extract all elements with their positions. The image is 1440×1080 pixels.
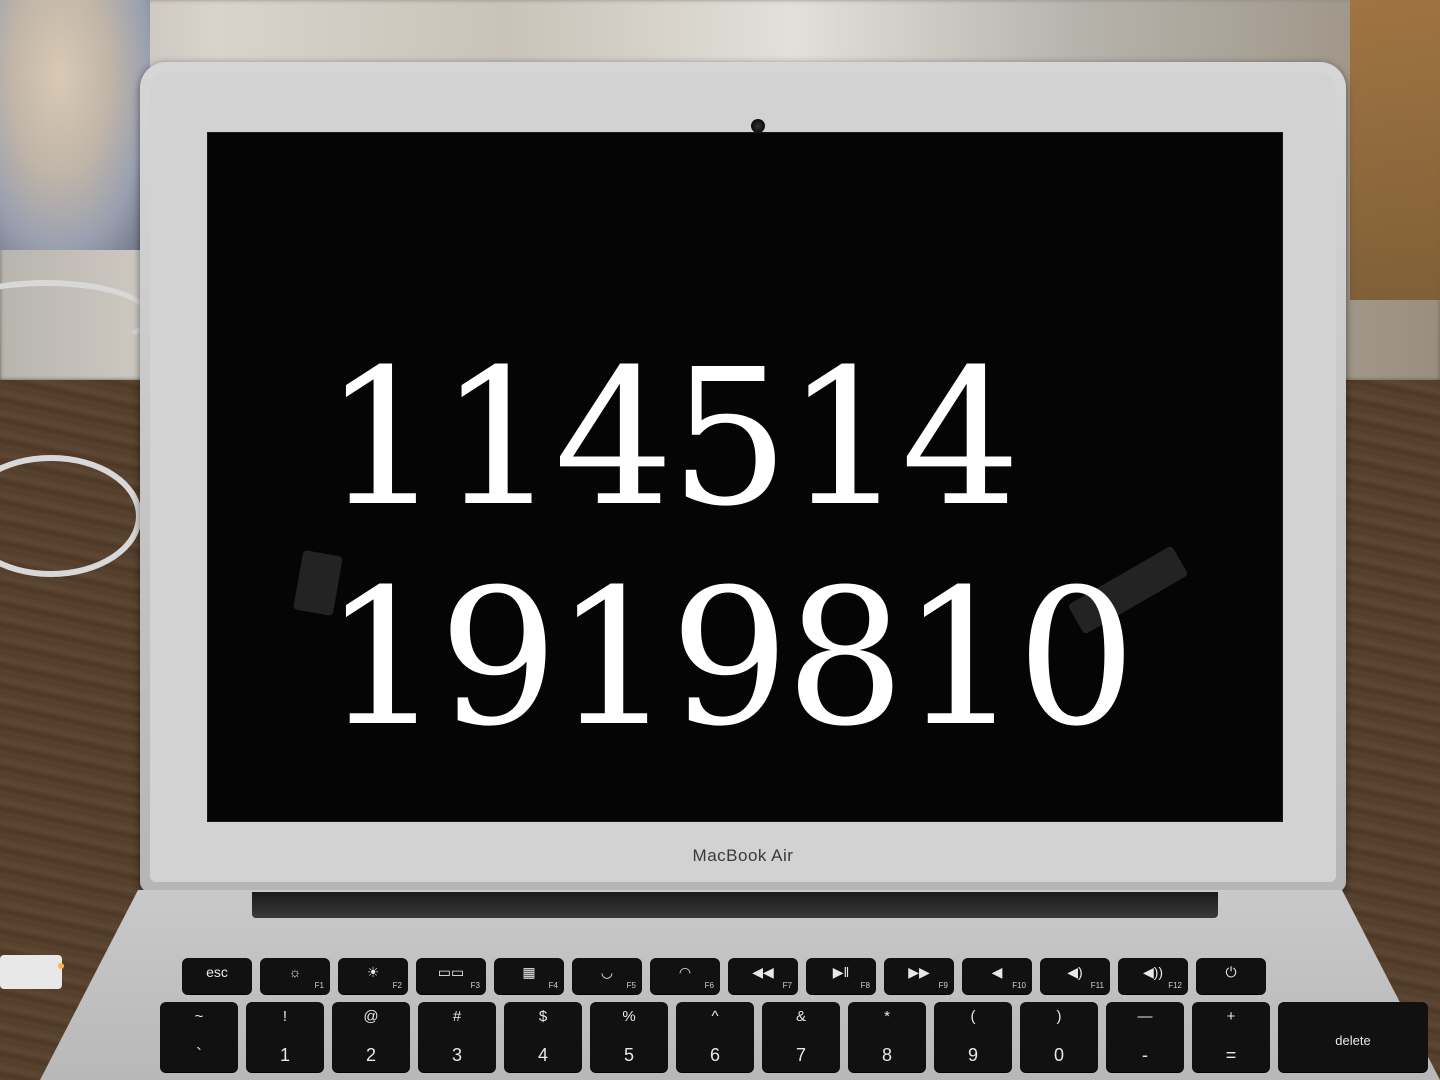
function-key[interactable]: ◀◀ F7 [728,958,798,994]
key-symbol: & [795,1008,806,1025]
key-symbol: ( [970,1008,976,1025]
magsafe-charger [0,955,62,989]
number-key[interactable]: ) 0 [1020,1002,1098,1072]
key-symbol: ^ [711,1008,719,1025]
key-symbol: @ [363,1008,379,1025]
camera-icon [751,119,765,133]
key-sublabel: F9 [938,981,948,990]
key-symbol: * [884,1008,890,1025]
function-key[interactable]: ◡ F5 [572,958,642,994]
key-symbol: ~ [194,1008,204,1025]
key-symbol: % [622,1008,636,1025]
key-digit: 4 [537,1045,548,1065]
key-digit: 1 [279,1045,290,1065]
key-glyph: ◀ [991,964,1003,980]
laptop-lid: 114514 1919810 MacBook Air [140,62,1346,892]
brand-label: MacBook Air [692,846,794,865]
key-glyph: ▶▶ [908,964,930,980]
key-digit: 7 [795,1045,806,1065]
function-key[interactable]: esc [182,958,252,994]
number-key[interactable]: $4 [504,1002,582,1072]
key-digit: delete [1335,1033,1371,1048]
key-glyph: ◠ [678,964,692,980]
function-key[interactable]: ◀) F11 [1040,958,1110,994]
key-symbol: + [1226,1008,1236,1025]
hinge [252,892,1218,918]
key-glyph: ▭▭ [437,964,465,980]
key-digit: ` [196,1045,202,1065]
key-sublabel: F2 [392,981,402,990]
number-key[interactable]: % 5 [590,1002,668,1072]
function-key[interactable]: ◠ F6 [650,958,720,994]
number-key[interactable]: #3 [418,1002,496,1072]
charger-led-icon [58,963,64,969]
key-digit: 3 [451,1045,462,1065]
number-key[interactable]: ~ ` [160,1002,238,1072]
number-key[interactable]: ! 1 [246,1002,324,1072]
key-symbol: $ [538,1008,548,1025]
key-digit: 6 [709,1045,720,1065]
key-sublabel: F7 [782,981,792,990]
key-sublabel: F10 [1012,981,1026,990]
key-digit: 9 [967,1045,978,1065]
laptop-screen: 114514 1919810 [207,132,1283,822]
key-symbol: — [1137,1008,1153,1025]
function-key[interactable]: ☀ F2 [338,958,408,994]
key-glyph: ◀) [1067,964,1083,980]
function-key[interactable]: ▦ F4 [494,958,564,994]
key-digit: 8 [881,1045,892,1065]
key-sublabel: F1 [314,981,324,990]
key-glyph: ▦ [522,964,536,980]
function-key[interactable]: ◀)) F12 [1118,958,1188,994]
key-digit: 2 [365,1045,376,1065]
key-digit: - [1142,1045,1148,1065]
key-glyph: ◡ [600,964,614,980]
key-digit: = [1225,1045,1237,1065]
key-glyph: ☀ [366,964,380,980]
function-key[interactable]: ◀ F10 [962,958,1032,994]
key-digit: 0 [1053,1045,1064,1065]
key-glyph: ▶ǁ [832,964,850,980]
background-person [0,0,150,250]
function-key[interactable]: ⏻ [1196,958,1266,994]
number-key[interactable]: (9 [934,1002,1012,1072]
key-digit: 5 [623,1045,634,1065]
number-key[interactable]: & 7 [762,1002,840,1072]
key-sublabel: F12 [1168,981,1182,990]
key-glyph: esc [206,964,228,980]
key-symbol: ! [282,1008,288,1025]
function-key[interactable]: ▶ǁ F8 [806,958,876,994]
function-key[interactable]: ▶▶ F9 [884,958,954,994]
key-glyph: ☼ [288,964,302,980]
key-symbol: ) [1056,1008,1062,1025]
key-sublabel: F8 [860,981,870,990]
function-key[interactable]: ☼ F1 [260,958,330,994]
number-key[interactable]: + = [1192,1002,1270,1072]
number-key[interactable]: ^ 6 [676,1002,754,1072]
key-sublabel: F3 [470,981,480,990]
key-sublabel: F5 [626,981,636,990]
number-key[interactable]: @2 [332,1002,410,1072]
key-symbol: # [452,1008,462,1025]
key-sublabel: F4 [548,981,558,990]
key-glyph: ◀◀ [752,964,774,980]
number-key[interactable]: delete [1278,1002,1428,1072]
number-key[interactable]: — - [1106,1002,1184,1072]
function-key[interactable]: ▭▭ F3 [416,958,486,994]
key-glyph: ⏻ [1225,964,1237,980]
screen-number-line-2: 1919810 [323,549,1136,768]
key-sublabel: F6 [704,981,714,990]
key-sublabel: F11 [1090,981,1104,990]
key-glyph: ◀)) [1142,964,1164,980]
background-shelf [1350,0,1440,300]
screen-number-line-1: 114514 [323,329,1021,548]
number-key[interactable]: * 8 [848,1002,926,1072]
